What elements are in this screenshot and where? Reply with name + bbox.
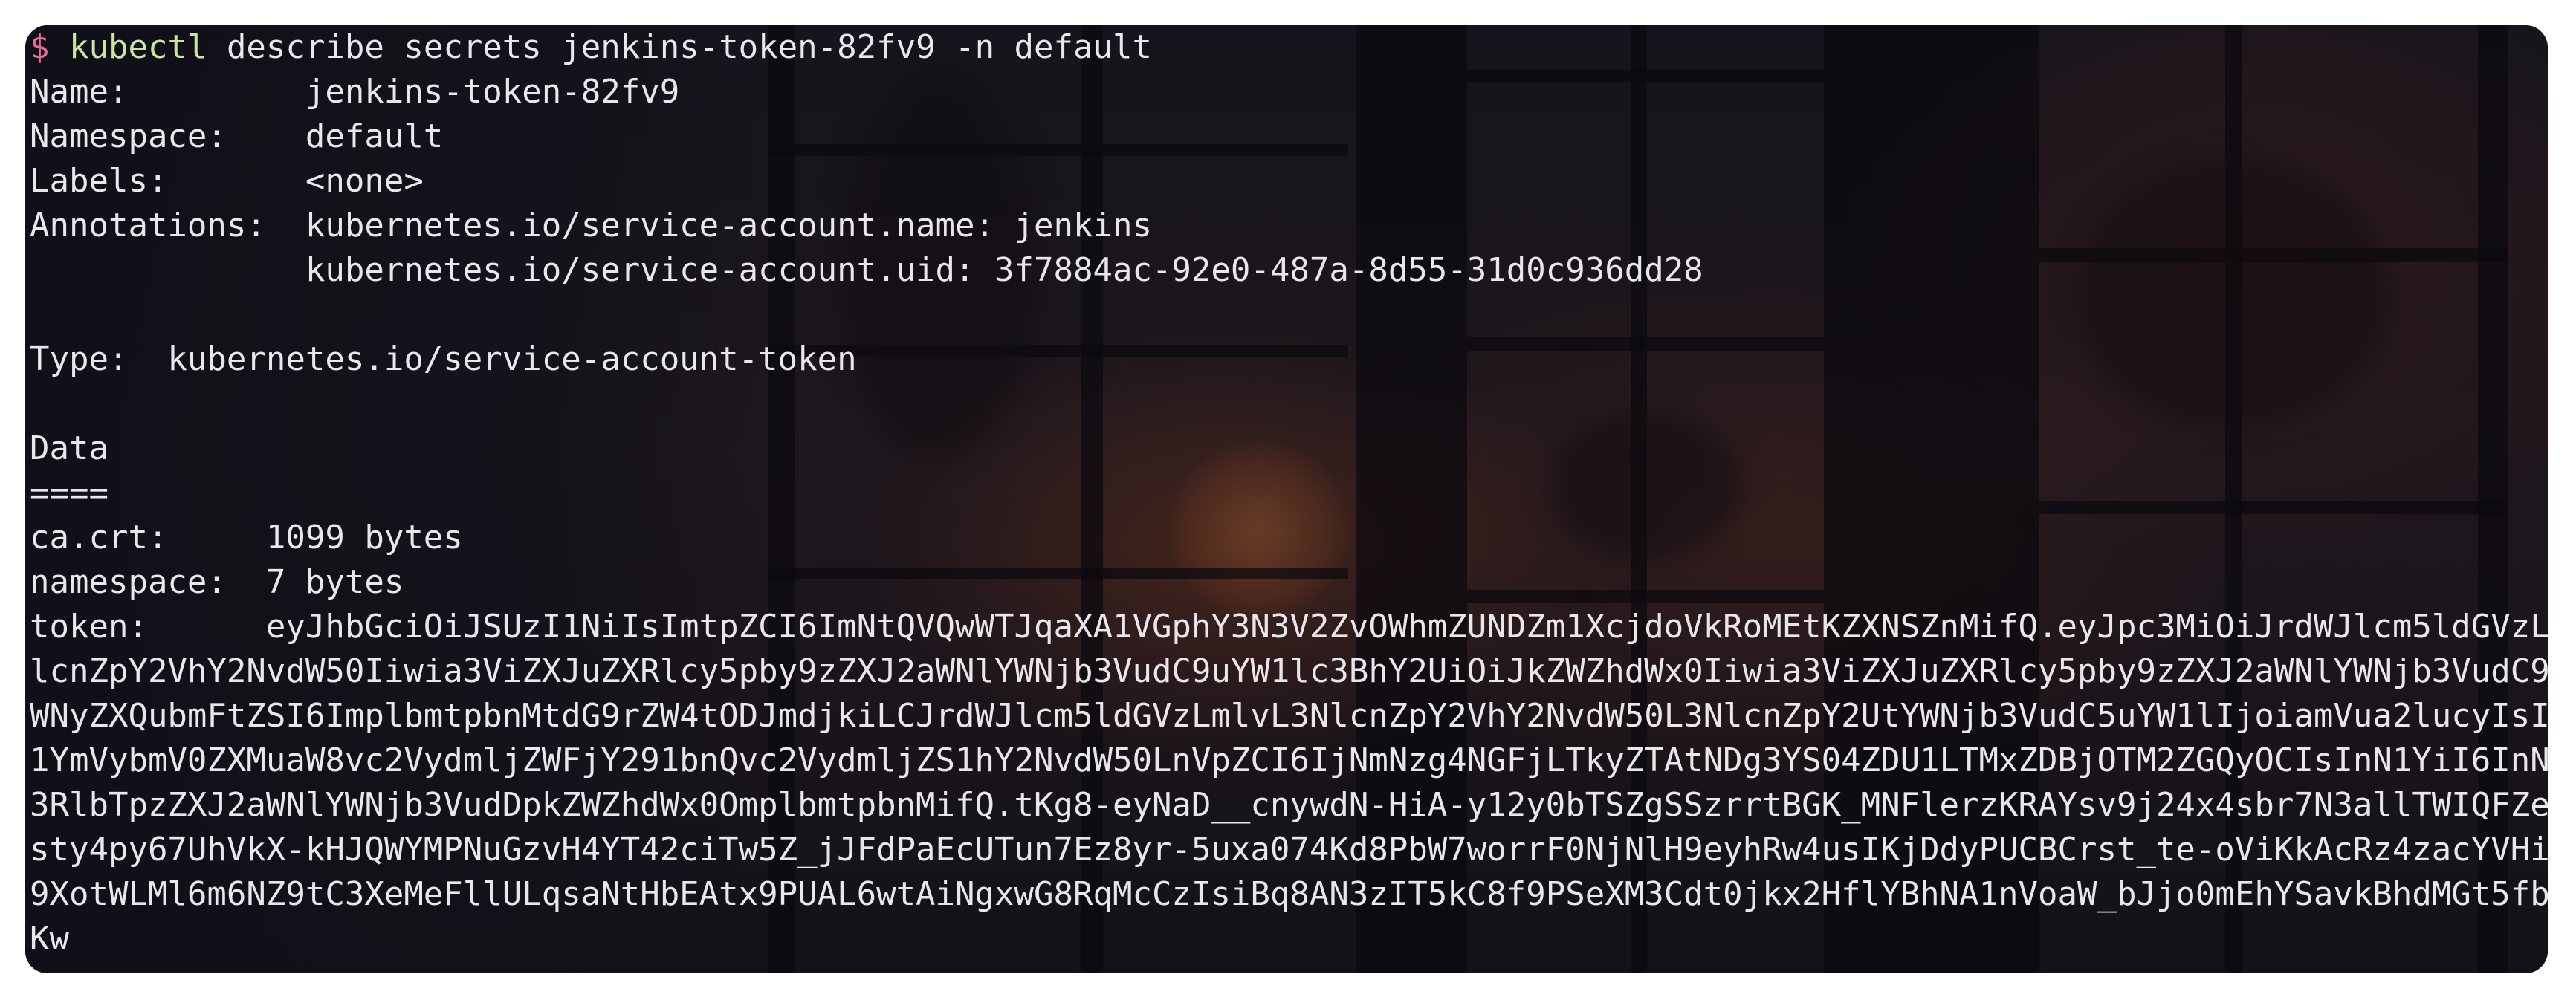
output-line-annotation-uid: kubernetes.io/service-account.uid: 3f788… — [30, 251, 1703, 289]
output-line-name: Name: jenkins-token-82fv9 — [30, 73, 680, 111]
terminal-output[interactable]: $ kubectl describe secrets jenkins-token… — [30, 25, 2548, 961]
token-continuation-line: WNyZXQubmFtZSI6ImplbmtpbnMtdG9rZW4tODJmd… — [30, 697, 2548, 735]
output-line-data-underline: ==== — [30, 474, 109, 512]
output-line-token: token: eyJhbGciOiJSUzI1NiIsImtpZCI6ImNtQ… — [30, 608, 2548, 646]
output-line-labels: Labels: <none> — [30, 162, 424, 200]
output-line-namespace-bytes: namespace: 7 bytes — [30, 563, 404, 601]
token-continuation-line: 9XotWLMl6m6NZ9tC3XeMeFllULqsaNtHbEAtx9PU… — [30, 875, 2548, 913]
command-line: $ kubectl describe secrets jenkins-token… — [30, 25, 2548, 70]
terminal-text: $ kubectl describe secrets jenkins-token… — [30, 25, 2548, 961]
token-continuation-line: 1YmVybmV0ZXMuaW8vc2VydmljZWFjY291bnQvc2V… — [30, 741, 2548, 779]
token-continuation-line: Kw — [30, 920, 69, 958]
token-continuation-line: 3RlbTpzZXJ2aWNlYWNjb3VudDpkZWZhdWx0Omplb… — [30, 786, 2548, 824]
command-name: kubectl — [69, 28, 207, 66]
output-line-annotation-name: Annotations: kubernetes.io/service-accou… — [30, 207, 1152, 244]
output-line-ca-crt: ca.crt: 1099 bytes — [30, 519, 463, 556]
output-line-data-heading: Data — [30, 429, 109, 467]
output-line-type: Type: kubernetes.io/service-account-toke… — [30, 340, 857, 378]
command-args: describe secrets jenkins-token-82fv9 -n … — [226, 28, 1152, 66]
token-continuation-line: lcnZpY2VhY2NvdW50Iiwia3ViZXJuZXRlcy5pby9… — [30, 652, 2548, 690]
token-continuation-line: sty4py67UhVkX-kHJQWYMPNuGzvH4YT42ciTw5Z_… — [30, 831, 2548, 868]
output-line-namespace: Namespace: default — [30, 117, 444, 155]
prompt-symbol: $ — [30, 28, 50, 66]
terminal-window[interactable]: $ kubectl describe secrets jenkins-token… — [25, 25, 2548, 973]
